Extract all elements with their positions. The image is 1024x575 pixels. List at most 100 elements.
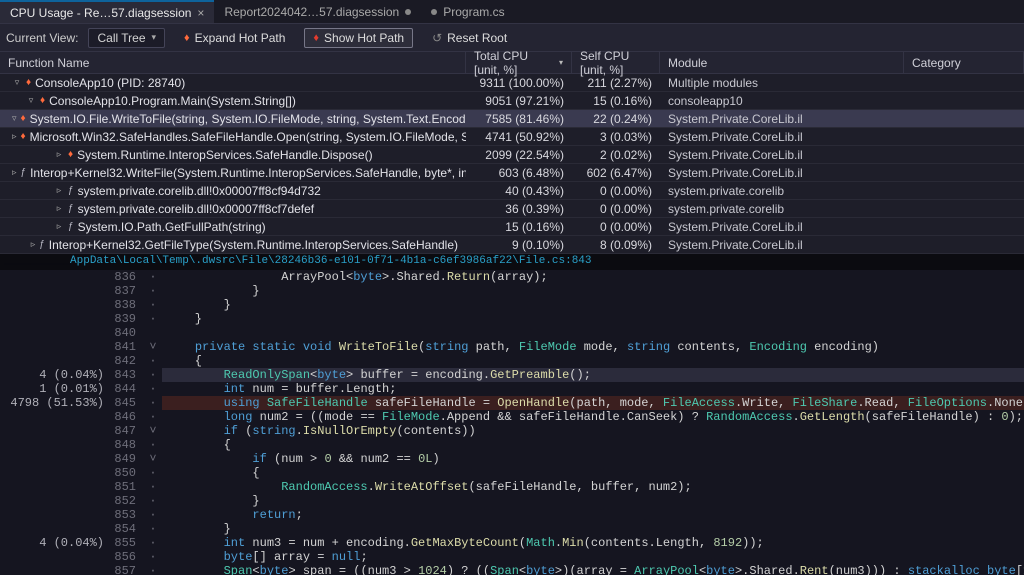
source-path: AppData\Local\Temp\.dwsrc\File\28246b36-…	[70, 255, 592, 267]
line-number: 839	[110, 312, 144, 326]
function-name: system.private.corelib.dll!0x00007ff8cf7…	[78, 202, 315, 216]
expander-icon[interactable]: ▹	[12, 167, 17, 178]
code-line[interactable]: 857· Span<byte> span = ((num3 > 1024) ? …	[0, 564, 1024, 575]
button-label: Show Hot Path	[324, 31, 404, 45]
code-line[interactable]: 837· }	[0, 284, 1024, 298]
expander-icon[interactable]: ▹	[54, 221, 64, 232]
code-line[interactable]: 851· RandomAccess.WriteAtOffset(safeFile…	[0, 480, 1024, 494]
reset-root-button[interactable]: ↺ Reset Root	[423, 28, 516, 48]
table-row[interactable]: ▹ƒsystem.private.corelib.dll!0x00007ff8c…	[0, 182, 1024, 200]
expander-icon[interactable]: ▹	[54, 149, 64, 160]
source-text: int num3 = num + encoding.GetMaxByteCoun…	[162, 536, 1024, 550]
tab-label: Program.cs	[443, 5, 504, 19]
total-cpu: 9051 (97.21%)	[466, 94, 572, 108]
code-line[interactable]: 853· return;	[0, 508, 1024, 522]
expander-icon[interactable]: ▿	[12, 77, 22, 88]
code-line[interactable]: 836· ArrayPool<byte>.Shared.Return(array…	[0, 270, 1024, 284]
table-row[interactable]: ▹ƒInterop+Kernel32.GetFileType(System.Ru…	[0, 236, 1024, 254]
fold-gutter: ·	[144, 550, 162, 564]
code-line[interactable]: 847˅ if (string.IsNullOrEmpty(contents))	[0, 424, 1024, 438]
code-line[interactable]: 840	[0, 326, 1024, 340]
expander-icon[interactable]: ▿	[12, 113, 17, 124]
tab-report[interactable]: Report2024042…57.diagsession	[214, 0, 421, 23]
fold-gutter: ·	[144, 494, 162, 508]
unsaved-dot-icon	[405, 9, 411, 15]
close-icon[interactable]: ×	[197, 6, 204, 20]
tab-program-cs[interactable]: Program.cs	[421, 0, 514, 23]
code-line[interactable]: 842· {	[0, 354, 1024, 368]
function-name: System.Runtime.InteropServices.SafeHandl…	[77, 148, 372, 162]
line-metric	[0, 508, 110, 522]
fold-gutter: ·	[144, 354, 162, 368]
code-line[interactable]: 4798 (51.53%)845· using SafeFileHandle s…	[0, 396, 1024, 410]
source-text	[162, 326, 1024, 340]
line-metric: 4 (0.04%)	[0, 536, 110, 550]
col-module[interactable]: Module	[660, 52, 904, 73]
tab-label: CPU Usage - Re…57.diagsession	[10, 6, 191, 20]
table-row[interactable]: ▹ƒsystem.private.corelib.dll!0x00007ff8c…	[0, 200, 1024, 218]
fold-gutter: ·	[144, 522, 162, 536]
code-line[interactable]: 856· byte[] array = null;	[0, 550, 1024, 564]
expander-icon[interactable]: ▿	[26, 95, 36, 106]
code-line[interactable]: 848· {	[0, 438, 1024, 452]
col-category[interactable]: Category	[904, 52, 1024, 73]
table-row[interactable]: ▹♦System.Runtime.InteropServices.SafeHan…	[0, 146, 1024, 164]
tab-diagsession-active[interactable]: CPU Usage - Re…57.diagsession ×	[0, 0, 214, 23]
code-line[interactable]: 839· }	[0, 312, 1024, 326]
source-text: byte[] array = null;	[162, 550, 1024, 564]
line-number: 837	[110, 284, 144, 298]
col-total-cpu[interactable]: Total CPU [unit, %]▾	[466, 52, 572, 73]
expander-icon[interactable]: ▹	[54, 185, 64, 196]
table-row[interactable]: ▿♦ConsoleApp10 (PID: 28740)9311 (100.00%…	[0, 74, 1024, 92]
line-number: 849	[110, 452, 144, 466]
code-line[interactable]: 854· }	[0, 522, 1024, 536]
fold-gutter: ·	[144, 298, 162, 312]
col-self-cpu[interactable]: Self CPU [unit, %]	[572, 52, 660, 73]
code-line[interactable]: 838· }	[0, 298, 1024, 312]
view-select[interactable]: Call Tree ▾	[88, 28, 165, 48]
code-line[interactable]: 4 (0.04%)843· ReadOnlySpan<byte> buffer …	[0, 368, 1024, 382]
line-metric	[0, 410, 110, 424]
line-number: 851	[110, 480, 144, 494]
line-number: 857	[110, 564, 144, 575]
self-cpu: 602 (6.47%)	[572, 166, 660, 180]
table-row[interactable]: ▹ƒInterop+Kernel32.WriteFile(System.Runt…	[0, 164, 1024, 182]
expand-hot-path-button[interactable]: ♦ Expand Hot Path	[175, 28, 294, 48]
table-row[interactable]: ▹♦Microsoft.Win32.SafeHandles.SafeFileHa…	[0, 128, 1024, 146]
source-text: RandomAccess.WriteAtOffset(safeFileHandl…	[162, 480, 1024, 494]
module: System.Private.CoreLib.il	[660, 112, 904, 126]
source-text: }	[162, 522, 1024, 536]
line-number: 854	[110, 522, 144, 536]
line-metric	[0, 354, 110, 368]
code-line[interactable]: 1 (0.01%)844· int num = buffer.Length;	[0, 382, 1024, 396]
code-line[interactable]: 849˅ if (num > 0 && num2 == 0L)	[0, 452, 1024, 466]
table-row[interactable]: ▿♦System.IO.File.WriteToFile(string, Sys…	[0, 110, 1024, 128]
expander-icon[interactable]: ▹	[54, 203, 64, 214]
code-line[interactable]: 841˅ private static void WriteToFile(str…	[0, 340, 1024, 354]
fold-gutter: ·	[144, 438, 162, 452]
col-function[interactable]: Function Name	[0, 52, 466, 73]
expander-icon[interactable]: ▹	[12, 131, 17, 142]
self-cpu: 3 (0.03%)	[572, 130, 660, 144]
source-text: {	[162, 466, 1024, 480]
table-row[interactable]: ▹ƒSystem.IO.Path.GetFullPath(string)15 (…	[0, 218, 1024, 236]
fold-gutter[interactable]: ˅	[144, 340, 162, 354]
expander-icon[interactable]: ▹	[31, 239, 36, 250]
source-text: ReadOnlySpan<byte> buffer = encoding.Get…	[162, 368, 1024, 382]
line-number: 838	[110, 298, 144, 312]
fold-gutter[interactable]: ˅	[144, 424, 162, 438]
module: system.private.corelib	[660, 184, 904, 198]
module: System.Private.CoreLib.il	[660, 130, 904, 144]
line-metric	[0, 522, 110, 536]
code-line[interactable]: 852· }	[0, 494, 1024, 508]
line-number: 856	[110, 550, 144, 564]
table-row[interactable]: ▿♦ConsoleApp10.Program.Main(System.Strin…	[0, 92, 1024, 110]
code-line[interactable]: 846· long num2 = ((mode == FileMode.Appe…	[0, 410, 1024, 424]
function-icon: ƒ	[21, 167, 27, 178]
line-metric	[0, 452, 110, 466]
show-hot-path-button[interactable]: ♦ Show Hot Path	[304, 28, 413, 48]
fold-gutter[interactable]: ˅	[144, 452, 162, 466]
code-line[interactable]: 850· {	[0, 466, 1024, 480]
source-text: return;	[162, 508, 1024, 522]
code-line[interactable]: 4 (0.04%)855· int num3 = num + encoding.…	[0, 536, 1024, 550]
